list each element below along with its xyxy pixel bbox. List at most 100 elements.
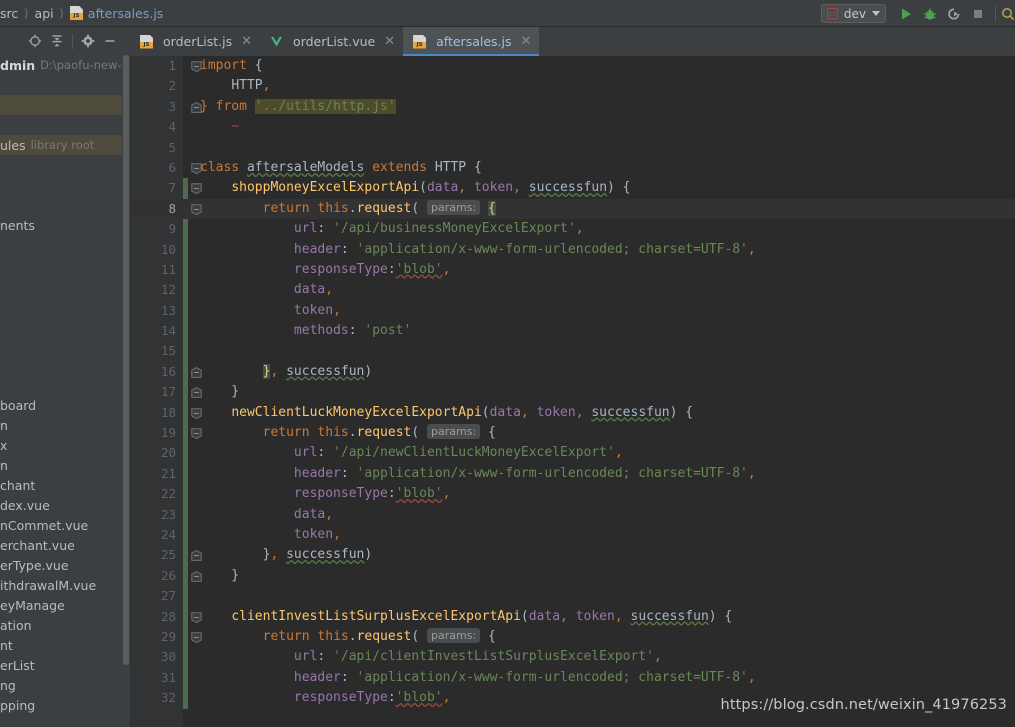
tree-node-label: nCommet.vue [0, 517, 89, 533]
code-line[interactable]: 7 shoppMoneyExcelExportApi(data, token, … [130, 178, 1015, 198]
settings-gear-icon[interactable] [77, 30, 99, 52]
tree-node[interactable]: erType.vue [0, 555, 122, 575]
code-line[interactable]: 13 token, [130, 301, 1015, 321]
tree-node[interactable] [0, 255, 122, 275]
code-line[interactable]: 29 return this.request( params: { [130, 627, 1015, 647]
line-number: 8 [168, 200, 176, 216]
tree-node[interactable] [0, 275, 122, 295]
tree-node[interactable]: erList [0, 655, 122, 675]
code-line[interactable]: 5 [130, 138, 1015, 158]
code-line[interactable]: 21 header: 'application/x-www-form-urlen… [130, 464, 1015, 484]
code-line[interactable]: 30 url: '/api/clientInvestListSurplusExc… [130, 647, 1015, 667]
tree-node[interactable]: chant [0, 475, 122, 495]
code-text: url: '/api/businessMoneyExcelExport', [293, 221, 584, 237]
rerun-icon [948, 7, 960, 20]
code-line[interactable]: 1 import { [130, 56, 1015, 76]
editor-tab[interactable]: aftersales.js ✕ [403, 27, 540, 56]
code-line[interactable]: 10 header: 'application/x-www-form-urlen… [130, 240, 1015, 260]
tree-node[interactable]: dmin D:\paofu-new-ad [0, 55, 122, 75]
select-opened-file-icon[interactable] [24, 30, 46, 52]
code-line[interactable]: 17 } [130, 382, 1015, 402]
tree-node[interactable] [0, 315, 122, 335]
debug-button[interactable] [918, 2, 942, 26]
tree-node[interactable] [0, 195, 122, 215]
sidebar-scrollbar[interactable] [122, 55, 130, 727]
collapse-all-icon[interactable] [46, 30, 68, 52]
code-line[interactable]: 2 HTTP, [130, 76, 1015, 96]
code-line[interactable]: 26 } [130, 566, 1015, 586]
code-line[interactable]: 19 return this.request( params: { [130, 423, 1015, 443]
tree-node[interactable] [0, 235, 122, 255]
tree-node[interactable]: erchant.vue [0, 535, 122, 555]
run-configuration-selector[interactable]: ▭ dev [820, 4, 886, 23]
hide-panel-icon[interactable] [99, 30, 121, 52]
editor-tab[interactable]: orderList.vue ✕ [260, 27, 403, 56]
code-line[interactable]: 8 return this.request( params: { [130, 198, 1015, 220]
tree-node-label: nt [0, 637, 13, 653]
scrollbar-thumb[interactable] [123, 55, 129, 665]
breadcrumb-item-src[interactable]: src [0, 6, 20, 21]
code-line[interactable]: 9 url: '/api/businessMoneyExcelExport', [130, 219, 1015, 239]
tree-node[interactable]: n [0, 455, 122, 475]
run-button[interactable] [894, 2, 918, 26]
tree-node[interactable] [0, 115, 122, 135]
tree-node[interactable] [0, 175, 122, 195]
code-line[interactable]: 27 [130, 586, 1015, 606]
code-line[interactable]: 31 header: 'application/x-www-form-urlen… [130, 668, 1015, 688]
code-line[interactable]: 6 class aftersaleModels extends HTTP { [130, 158, 1015, 178]
tree-node[interactable]: ation [0, 615, 122, 635]
tree-node[interactable] [0, 155, 122, 175]
code-editor[interactable]: 1 import {2 HTTP, 3} from '../utils/http.j… [130, 56, 1015, 727]
tree-node[interactable]: x [0, 435, 122, 455]
code-line[interactable]: 24 token, [130, 525, 1015, 545]
tree-node[interactable]: n [0, 415, 122, 435]
code-line[interactable]: 25 }, successfun) [130, 545, 1015, 565]
tree-node[interactable]: eyManage [0, 595, 122, 615]
line-number: 27 [160, 588, 176, 604]
search-everywhere-button[interactable] [1001, 2, 1015, 26]
inlay-hint: params: [427, 424, 481, 440]
code-line[interactable]: 22 responseType:'blob', [130, 484, 1015, 504]
tree-node[interactable]: pping [0, 695, 122, 715]
code-line[interactable]: 3} from '../utils/http.js' [130, 97, 1015, 117]
tree-node[interactable] [0, 375, 122, 395]
stop-button[interactable] [966, 2, 990, 26]
close-icon[interactable]: ✕ [384, 35, 395, 48]
tree-node[interactable] [0, 75, 122, 95]
tree-node[interactable]: ng [0, 675, 122, 695]
code-text: responseType:'blob', [293, 261, 451, 277]
close-icon[interactable]: ✕ [241, 35, 252, 48]
code-text: return this.request( params: { [262, 627, 496, 644]
code-line[interactable]: 23 data, [130, 505, 1015, 525]
tree-node[interactable]: dex.vue [0, 495, 122, 515]
tree-node[interactable] [0, 295, 122, 315]
tree-node[interactable]: nents [0, 215, 122, 235]
rerun-button[interactable] [942, 2, 966, 26]
code-line[interactable]: 18 newClientLuckMoneyExcelExportApi(data… [130, 403, 1015, 423]
tree-node[interactable]: nCommet.vue [0, 515, 122, 535]
tree-node[interactable]: nt [0, 635, 122, 655]
breadcrumb-item-api[interactable]: api [33, 6, 56, 21]
code-line[interactable]: 12 data, [130, 280, 1015, 300]
close-icon[interactable]: ✕ [521, 35, 532, 48]
line-number: 30 [160, 649, 176, 665]
tree-node[interactable]: ithdrawalM.vue [0, 575, 122, 595]
tree-node[interactable] [0, 95, 122, 115]
tree-node[interactable]: board [0, 395, 122, 415]
code-line[interactable]: 14 methods: 'post' [130, 321, 1015, 341]
tree-node[interactable] [0, 355, 122, 375]
code-line[interactable]: 15 [130, 341, 1015, 361]
code-line[interactable]: 28 clientInvestListSurplusExcelExportApi… [130, 607, 1015, 627]
tree-node-label: n [0, 457, 8, 473]
editor-tab[interactable]: orderList.js ✕ [130, 27, 260, 56]
project-tree[interactable]: dmin D:\paofu-new-ad ules library root nents… [0, 55, 122, 715]
tree-node[interactable]: ules library root [0, 135, 122, 155]
code-line[interactable]: 16 }, successfun) [130, 362, 1015, 382]
toolbar-divider [995, 5, 996, 22]
tree-node-label: dex.vue [0, 497, 50, 513]
breadcrumb-item-file[interactable]: aftersales.js [68, 6, 165, 21]
tree-node[interactable] [0, 335, 122, 355]
code-line[interactable]: 4 ~ [130, 117, 1015, 137]
code-line[interactable]: 11 responseType:'blob', [130, 260, 1015, 280]
code-line[interactable]: 20 url: '/api/newClientLuckMoneyExcelExp… [130, 443, 1015, 463]
